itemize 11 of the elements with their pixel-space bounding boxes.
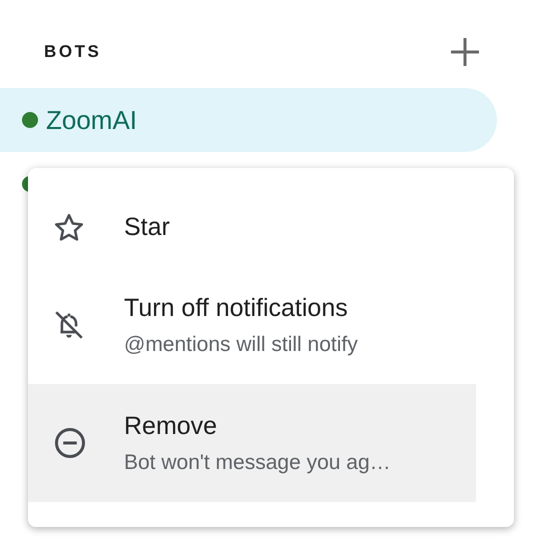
menu-item[interactable]: Remove Bot won't message you ag… [28, 384, 476, 502]
bot-name: ZoomAI [46, 104, 138, 136]
menu-item-label: Turn off notifications [124, 292, 349, 324]
menu-item-description: Bot won't message you ag… [124, 450, 391, 476]
menu-item-description: @mentions will still notify [124, 332, 358, 358]
bot-item[interactable]: ZoomAI [0, 88, 497, 152]
add-icon[interactable] [450, 37, 480, 67]
menu-item-label: Remove [124, 410, 218, 442]
menu-item-label: Star [124, 212, 170, 244]
remove-icon [52, 425, 88, 461]
section-title: BOTS [44, 41, 102, 64]
